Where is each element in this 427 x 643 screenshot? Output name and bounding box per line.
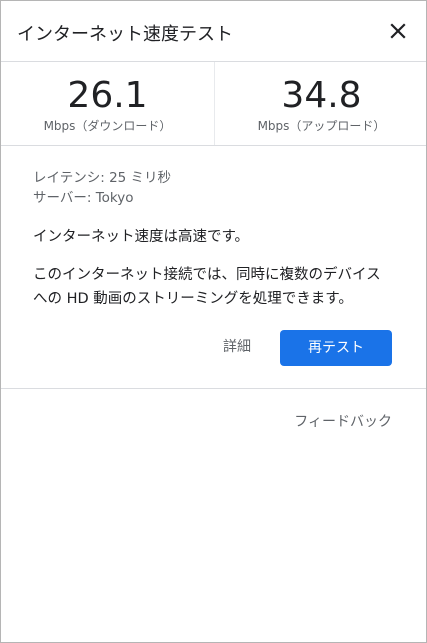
panel-header: インターネット速度テスト	[1, 1, 426, 62]
upload-speed-value: 34.8	[281, 75, 362, 116]
close-icon	[390, 23, 406, 39]
result-details: レイテンシ: 25 ミリ秒 サーバー: Tokyo インターネット速度は高速です…	[1, 146, 426, 386]
download-speed-value: 26.1	[67, 75, 148, 116]
connection-info: レイテンシ: 25 ミリ秒 サーバー: Tokyo	[33, 168, 171, 208]
close-button[interactable]	[384, 17, 412, 45]
latency-text: レイテンシ: 25 ミリ秒	[33, 170, 172, 186]
details-link[interactable]: 詳細	[223, 337, 251, 357]
speed-status-text: インターネット速度は高速です。	[33, 229, 250, 245]
upload-speed-label: Mbps（アップロード）	[257, 119, 386, 133]
speed-test-panel: インターネット速度テスト 26.1 Mbps（ダウンロード） 34.8 Mbps…	[0, 0, 427, 643]
panel-title: インターネット速度テスト	[17, 24, 233, 45]
speed-description: このインターネット接続では、同時に複数のデバイス への HD 動画のストリーミン…	[33, 263, 403, 311]
retest-button[interactable]: 再テスト	[280, 330, 392, 366]
speed-results: 26.1 Mbps（ダウンロード） 34.8 Mbps（アップロード）	[1, 62, 426, 146]
upload-result: 34.8 Mbps（アップロード）	[214, 62, 426, 145]
download-result: 26.1 Mbps（ダウンロード）	[1, 62, 214, 145]
server-text: サーバー: Tokyo	[33, 190, 134, 206]
description-line: このインターネット接続では、同時に複数のデバイス	[33, 267, 381, 283]
description-line: への HD 動画のストリーミングを処理できます。	[33, 291, 353, 307]
footer-divider	[1, 388, 426, 389]
feedback-link[interactable]: フィードバック	[294, 412, 392, 432]
download-speed-label: Mbps（ダウンロード）	[43, 119, 172, 133]
